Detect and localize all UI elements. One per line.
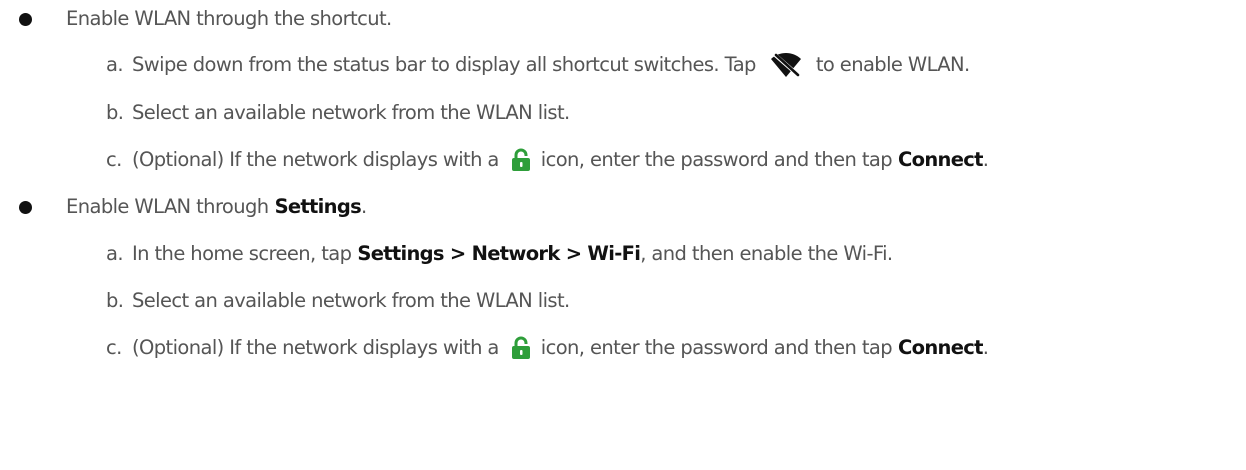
step-marker: c. bbox=[106, 336, 122, 359]
wifi-off-icon bbox=[770, 52, 802, 78]
step-marker: b. bbox=[106, 289, 124, 312]
step-text: . bbox=[982, 148, 989, 171]
section2-heading: Enable WLAN through Settings . bbox=[66, 193, 367, 221]
step-marker: b. bbox=[106, 101, 124, 124]
step-marker: a. bbox=[106, 242, 124, 265]
settings-path-label: Settings > Network > Wi-Fi bbox=[357, 242, 641, 265]
settings-label: Settings bbox=[274, 195, 362, 218]
section1-step-c: c. (Optional) If the network displays wi… bbox=[106, 146, 989, 174]
section2-step-a: a. In the home screen, tap Settings > Ne… bbox=[106, 240, 893, 268]
section1-heading-text: Enable WLAN through the shortcut. bbox=[66, 7, 392, 30]
lock-icon bbox=[511, 336, 531, 360]
step-text: Select an available network from the WLA… bbox=[132, 101, 570, 124]
section1-step-b: b. Select an available network from the … bbox=[106, 99, 570, 127]
step-text: to enable WLAN. bbox=[815, 53, 970, 76]
step-text: Swipe down from the status bar to displa… bbox=[132, 53, 756, 76]
connect-label: Connect bbox=[898, 148, 983, 171]
section2-step-c: c. (Optional) If the network displays wi… bbox=[106, 334, 989, 362]
step-text: (Optional) If the network displays with … bbox=[132, 336, 499, 359]
step-text: In the home screen, tap bbox=[132, 242, 352, 265]
lock-icon bbox=[511, 148, 531, 172]
connect-label: Connect bbox=[898, 336, 983, 359]
section2-heading-end: . bbox=[361, 195, 367, 218]
section1-step-a: a. Swipe down from the status bar to dis… bbox=[106, 51, 970, 79]
section2-step-b: b. Select an available network from the … bbox=[106, 287, 570, 315]
step-text: , and then enable the Wi-Fi. bbox=[640, 242, 893, 265]
step-text: Select an available network from the WLA… bbox=[132, 289, 570, 312]
step-text: icon, enter the password and then tap bbox=[540, 148, 893, 171]
section2-heading-text: Enable WLAN through bbox=[66, 195, 269, 218]
step-text: . bbox=[982, 336, 989, 359]
step-marker: a. bbox=[106, 53, 124, 76]
step-marker: c. bbox=[106, 148, 122, 171]
bullet-dot bbox=[19, 201, 32, 214]
section1-heading: Enable WLAN through the shortcut. bbox=[66, 5, 392, 33]
document-page: Enable WLAN through the shortcut. a. Swi… bbox=[0, 0, 1246, 470]
step-text: (Optional) If the network displays with … bbox=[132, 148, 499, 171]
bullet-dot bbox=[19, 13, 32, 26]
step-text: icon, enter the password and then tap bbox=[540, 336, 893, 359]
